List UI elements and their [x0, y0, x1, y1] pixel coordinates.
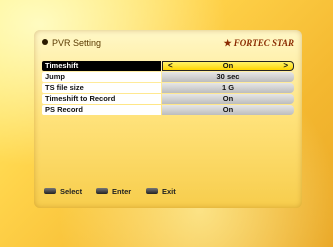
pvr-setting-panel: PVR Setting ★ FORTEC STAR Timeshift < On …: [34, 30, 302, 208]
brand-text: FORTEC STAR: [233, 38, 294, 48]
menu-item-label: Timeshift: [42, 61, 161, 71]
menu-item-jump[interactable]: Jump 30 sec: [42, 72, 294, 82]
bullet-icon: [42, 39, 48, 45]
menu-item-label: Jump: [42, 72, 161, 82]
menu-item-ts-file-size[interactable]: TS file size 1 G: [42, 83, 294, 93]
menu-item-label: TS file size: [42, 83, 161, 93]
menu-item-ps-record[interactable]: PS Record On: [42, 105, 294, 115]
brand-logo: ★ FORTEC STAR: [224, 36, 294, 50]
enter-label: Enter: [112, 187, 132, 196]
exit-key-icon: [146, 188, 158, 194]
exit-label: Exit: [162, 187, 176, 196]
select-label: Select: [60, 187, 83, 196]
menu-item-value[interactable]: On: [162, 105, 294, 115]
panel-header: PVR Setting ★ FORTEC STAR: [42, 36, 294, 50]
menu-item-value[interactable]: 1 G: [162, 83, 294, 93]
arrow-right-icon[interactable]: >: [283, 62, 288, 70]
enter-key-icon: [96, 188, 108, 194]
menu-item-timeshift-to-record[interactable]: Timeshift to Record On: [42, 94, 294, 104]
star-icon: ★: [223, 38, 232, 48]
menu-item-value[interactable]: 30 sec: [162, 72, 294, 82]
select-key-icon: [44, 188, 56, 194]
menu-item-label: PS Record: [42, 105, 161, 115]
menu-item-value: On: [222, 61, 234, 70]
page-title: PVR Setting: [52, 38, 102, 48]
menu-item-value[interactable]: On: [162, 94, 294, 104]
menu-item-label: Timeshift to Record: [42, 94, 161, 104]
settings-menu: Timeshift < On > Jump 30 sec TS file siz…: [42, 61, 294, 116]
timeshift-value-selector[interactable]: < On >: [162, 61, 294, 71]
menu-item-timeshift[interactable]: Timeshift < On >: [42, 61, 294, 71]
arrow-left-icon[interactable]: <: [168, 62, 173, 70]
